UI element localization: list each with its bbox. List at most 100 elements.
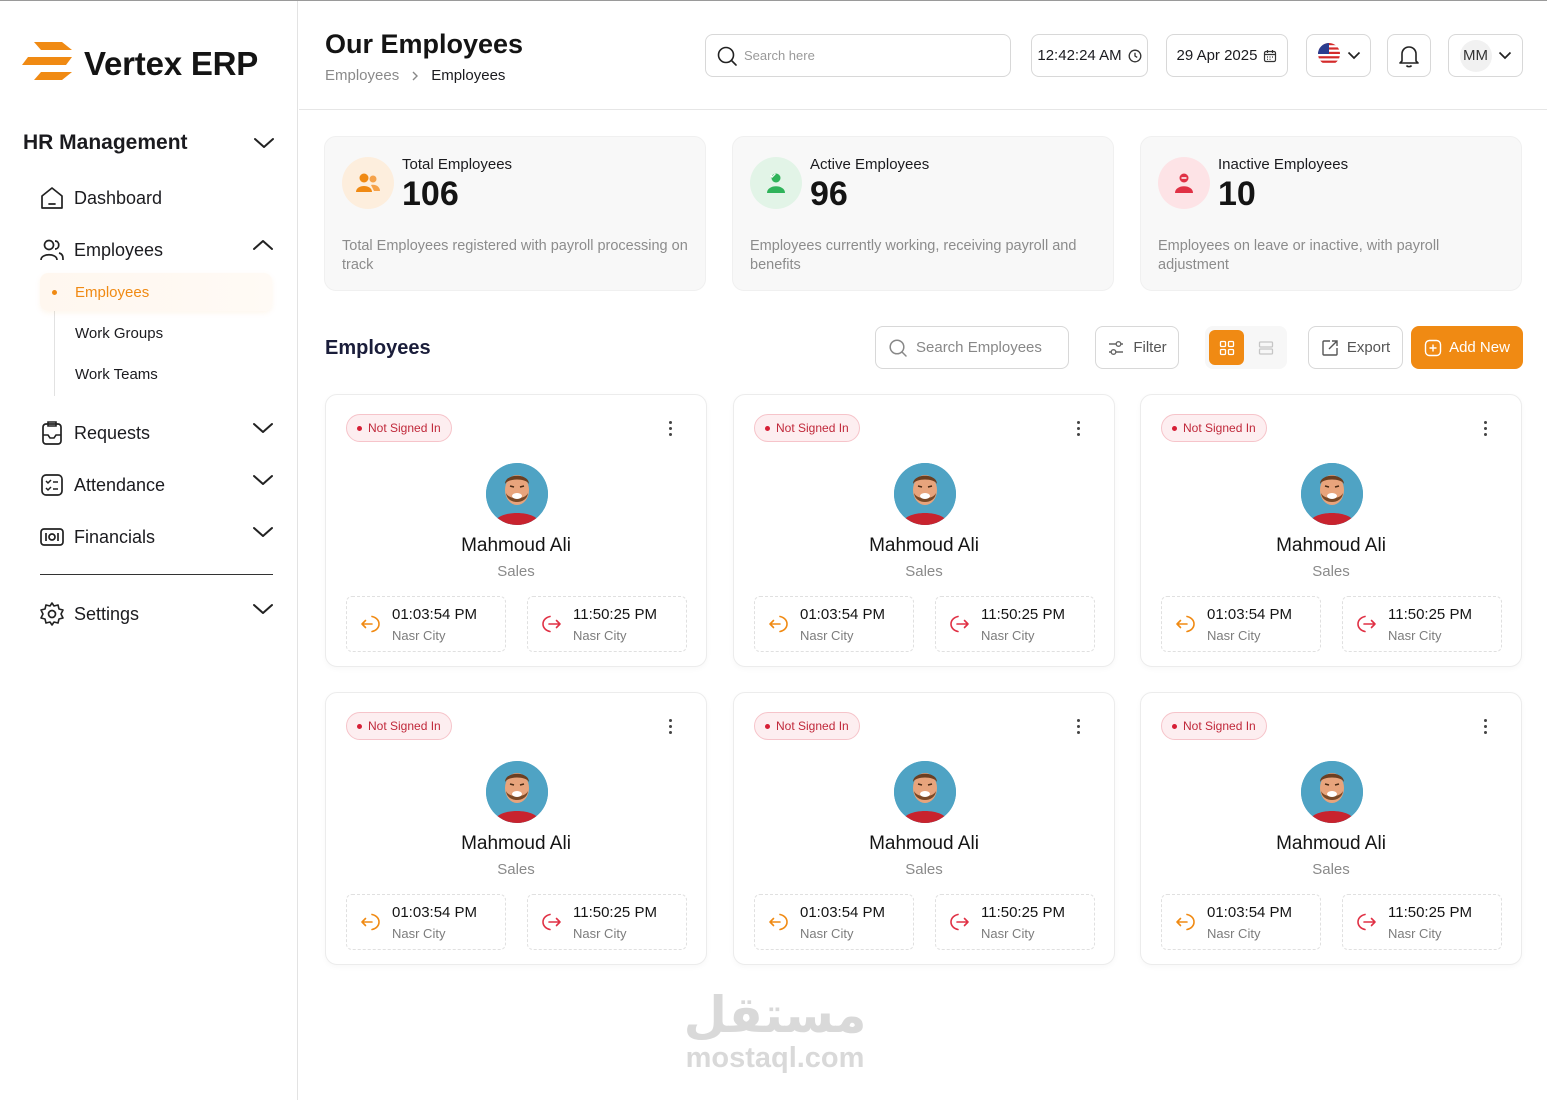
gear-icon (38, 600, 66, 628)
user-check-icon (750, 157, 802, 209)
status-badge: Not Signed In (754, 712, 860, 740)
chevron-down-icon (253, 527, 273, 537)
list-view-button[interactable] (1248, 330, 1283, 365)
export-label: Export (1346, 339, 1391, 356)
submenu-item-work-teams[interactable]: Work Teams (40, 355, 272, 393)
submenu-item-employees[interactable]: Employees (40, 273, 272, 311)
sidebar-item-label: Requests (74, 422, 151, 443)
sidebar-item-label: Settings (74, 603, 140, 624)
stat-description: Employees currently working, receiving p… (750, 238, 1077, 273)
check-out-time: 11:50:25 PM (573, 606, 657, 623)
sidebar-item-attendance[interactable]: Attendance (38, 468, 274, 502)
more-options-icon[interactable] (1484, 421, 1487, 436)
check-out-location: Nasr City (573, 926, 627, 941)
money-icon (38, 523, 66, 551)
employee-card[interactable]: Not Signed In Mahmoud Ali Sales 01:03:54… (1140, 394, 1522, 667)
status-text: Not Signed In (368, 421, 441, 435)
check-in-location: Nasr City (1207, 926, 1261, 941)
sidebar-divider (40, 574, 273, 575)
check-out-time: 11:50:25 PM (981, 904, 1065, 921)
submenu-item-work-groups[interactable]: Work Groups (40, 314, 272, 352)
search-icon (717, 46, 737, 66)
top-header: Our Employees Employees Employees Search… (299, 1, 1547, 110)
status-badge: Not Signed In (1161, 414, 1267, 442)
page-title: Our Employees (325, 29, 524, 59)
check-out-time: 11:50:25 PM (1388, 606, 1472, 623)
employee-card[interactable]: Not Signed In Mahmoud Ali Sales 01:03:54… (325, 394, 707, 667)
status-dot-icon (357, 425, 362, 431)
watermark-arabic: مستقل (683, 986, 867, 1044)
sidebar-item-employees[interactable]: Employees (38, 233, 274, 267)
sidebar-item-financials[interactable]: Financials (38, 520, 274, 554)
breadcrumb-link[interactable]: Employees (325, 67, 399, 84)
status-text: Not Signed In (776, 421, 849, 435)
sidebar-item-dashboard[interactable]: Dashboard (38, 181, 274, 215)
employee-search-input[interactable]: Search Employees (875, 326, 1069, 369)
global-search-input[interactable]: Search here (705, 34, 1011, 77)
sign-out-icon (948, 613, 970, 640)
sidebar-item-requests[interactable]: Requests (38, 416, 274, 450)
stat-description: Total Employees registered with payroll … (342, 238, 688, 273)
add-new-button[interactable]: Add New (1411, 326, 1523, 369)
more-options-icon[interactable] (1077, 421, 1080, 436)
language-selector[interactable] (1306, 34, 1371, 77)
time-value: 12:42:24 AM (1037, 47, 1122, 64)
status-text: Not Signed In (776, 719, 849, 733)
more-options-icon[interactable] (1484, 719, 1487, 734)
date-picker[interactable]: 29 Apr 2025 (1166, 34, 1288, 77)
sign-out-icon (540, 911, 562, 938)
check-out-box: 11:50:25 PM Nasr City (935, 596, 1095, 652)
employee-card[interactable]: Not Signed In Mahmoud Ali Sales 01:03:54… (733, 394, 1115, 667)
sidebar-item-settings[interactable]: Settings (38, 597, 274, 631)
section-title: HR Management (23, 131, 188, 154)
employee-name: Mahmoud Ali (461, 833, 571, 854)
chevron-down-icon (253, 423, 273, 433)
check-out-location: Nasr City (1388, 628, 1442, 643)
export-button[interactable]: Export (1308, 326, 1403, 369)
avatar (486, 463, 548, 525)
check-out-location: Nasr City (981, 628, 1035, 643)
chevron-down-icon (1498, 51, 1511, 60)
hr-management-section[interactable]: HR Management (23, 131, 275, 155)
sign-in-icon (1174, 911, 1196, 938)
user-minus-icon (1158, 157, 1210, 209)
employees-section-title: Employees (325, 337, 431, 359)
watermark-latin: mostaql.com (685, 1042, 865, 1074)
status-dot-icon (1172, 723, 1177, 729)
more-options-icon[interactable] (669, 421, 672, 436)
employee-name: Mahmoud Ali (869, 535, 979, 556)
chevron-right-icon (412, 71, 419, 80)
employee-card[interactable]: Not Signed In Mahmoud Ali Sales 01:03:54… (325, 692, 707, 965)
employee-card[interactable]: Not Signed In Mahmoud Ali Sales 01:03:54… (1140, 692, 1522, 965)
grid-view-button[interactable] (1209, 330, 1244, 365)
check-in-time: 01:03:54 PM (1207, 904, 1293, 921)
employee-name: Mahmoud Ali (869, 833, 979, 854)
stat-value: 96 (810, 175, 848, 213)
avatar (486, 761, 548, 823)
stat-card-inactive: Inactive Employees 10 Employees on leave… (1140, 136, 1522, 291)
check-in-box: 01:03:54 PM Nasr City (754, 894, 914, 950)
date-value: 29 Apr 2025 (1176, 47, 1258, 64)
check-out-location: Nasr City (981, 926, 1035, 941)
status-text: Not Signed In (1183, 421, 1256, 435)
app-logo[interactable]: Vertex ERP (22, 41, 258, 86)
stat-value: 106 (402, 175, 459, 213)
check-in-box: 01:03:54 PM Nasr City (1161, 894, 1321, 950)
check-out-location: Nasr City (1388, 926, 1442, 941)
us-flag-icon (1317, 42, 1341, 70)
filter-button[interactable]: Filter (1095, 326, 1179, 369)
more-options-icon[interactable] (669, 719, 672, 734)
notifications-button[interactable] (1387, 34, 1431, 77)
chevron-up-icon (253, 240, 273, 250)
more-options-icon[interactable] (1077, 719, 1080, 734)
user-menu[interactable]: MM (1448, 34, 1523, 77)
view-toggle (1205, 326, 1287, 369)
stat-label: Total Employees (402, 156, 513, 173)
employee-name: Mahmoud Ali (1276, 833, 1386, 854)
employee-department: Sales (905, 861, 943, 878)
export-icon (1322, 339, 1338, 356)
employee-card[interactable]: Not Signed In Mahmoud Ali Sales 01:03:54… (733, 692, 1115, 965)
sidebar-item-label: Dashboard (74, 187, 163, 208)
status-dot-icon (765, 425, 770, 431)
grid-icon (1219, 340, 1234, 355)
